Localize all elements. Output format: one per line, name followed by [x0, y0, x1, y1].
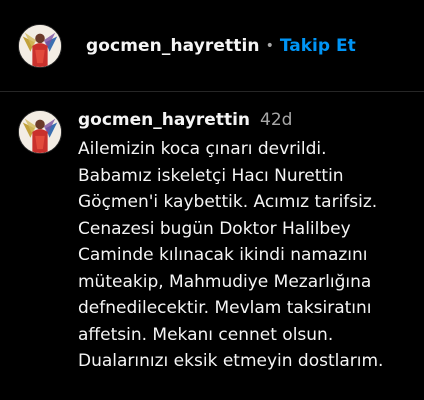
avatar-image	[19, 111, 61, 153]
comment-line: Cenazesi bugün Doktor Halilbey	[78, 218, 351, 239]
comment-line: Göçmen'i kaybettik. Acımız tarifsiz.	[78, 192, 378, 212]
comment-line: defnedilecektir. Mevlam taksiratını	[78, 298, 372, 318]
comment-header: gocmen_hayrettin 42d	[78, 110, 408, 136]
comment-line: Babamız iskeletçi Hacı Nurettin	[78, 165, 344, 186]
header-username[interactable]: gocmen_hayrettin	[86, 36, 260, 56]
follow-button[interactable]: Takip Et	[280, 36, 356, 56]
profile-avatar[interactable]	[18, 110, 62, 154]
profile-avatar[interactable]	[18, 23, 62, 68]
comment-body: gocmen_hayrettin 42d Ailemizin koca çına…	[78, 110, 408, 375]
comment-timestamp[interactable]: 42d	[260, 110, 292, 130]
comment-text: Ailemizin koca çınarı devrildi. Babamız …	[78, 136, 408, 375]
comment-username[interactable]: gocmen_hayrettin	[78, 110, 250, 130]
avatar-image	[19, 24, 61, 67]
header-divider	[0, 91, 424, 92]
comment-line: Caminde kılınacak ikindi namazını	[78, 245, 368, 265]
comment-line: affetsin. Mekanı cennet olsun.	[78, 324, 334, 345]
comment-line: Dualarınızı eksik etmeyin dostlarım.	[78, 351, 384, 371]
separator-dot: •	[265, 37, 274, 54]
comment-line: Ailemizin koca çınarı devrildi.	[78, 139, 327, 159]
comment-line: müteakip, Mahmudiye Mezarlığına	[78, 271, 372, 292]
caption-comment: gocmen_hayrettin 42d Ailemizin koca çına…	[18, 110, 418, 375]
post-header: gocmen_hayrettin • Takip Et	[0, 0, 424, 91]
